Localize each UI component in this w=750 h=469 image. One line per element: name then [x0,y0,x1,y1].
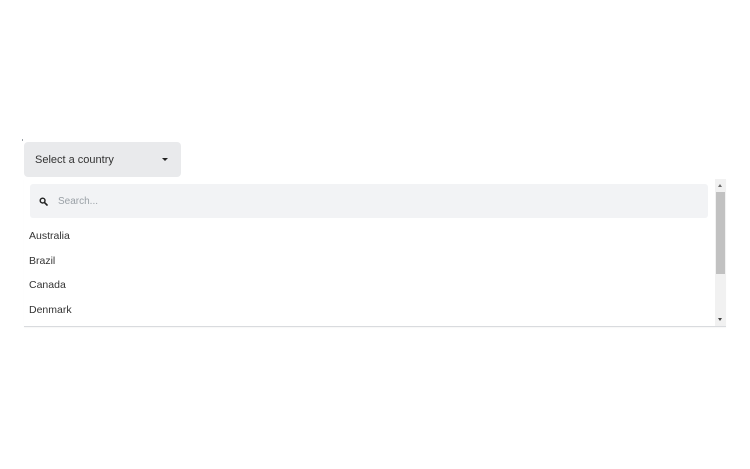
scroll-up-arrow-icon[interactable] [718,184,722,187]
dropdown-scroll-area: Australia Brazil Canada Denmark [24,179,714,326]
country-select-trigger[interactable]: Select a country [24,142,181,177]
option-australia[interactable]: Australia [24,224,714,249]
country-dropdown-panel: Australia Brazil Canada Denmark [24,179,726,327]
country-option-list: Australia Brazil Canada Denmark [24,224,714,322]
scrollbar-thumb[interactable] [716,192,725,274]
option-denmark[interactable]: Denmark [24,298,714,323]
search-box[interactable] [30,184,708,218]
search-icon [39,196,48,206]
vertical-scrollbar[interactable] [715,179,726,326]
page-canvas: Select a country Australia Brazil Canada… [0,0,750,469]
caret-down-icon [162,158,168,161]
scroll-down-arrow-icon[interactable] [718,318,722,321]
search-input[interactable] [58,195,658,207]
option-canada[interactable]: Canada [24,273,714,298]
option-brazil[interactable]: Brazil [24,249,714,274]
stray-mark [22,139,23,141]
country-select-label: Select a country [35,153,114,166]
